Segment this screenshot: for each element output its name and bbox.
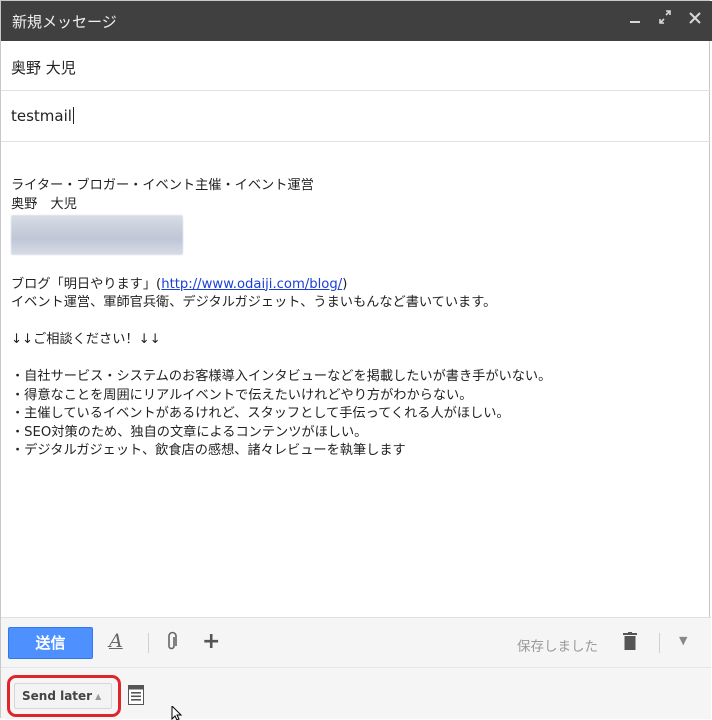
notes-icon[interactable] <box>128 685 144 705</box>
signature-line-role: ライター・ブロガー・イベント主催・イベント運営 <box>11 178 314 193</box>
toolbar-divider <box>148 633 149 653</box>
recipients-field[interactable]: 奥野 大児 <box>1 41 711 91</box>
compose-toolbar: 送信 A + 保存しました ▼ <box>1 617 711 667</box>
text-format-icon[interactable]: A <box>109 630 123 652</box>
blog-line: ブログ「明日やります」(http://www.odaiji.com/blog/) <box>11 276 348 292</box>
caret-up-icon: ▲ <box>95 692 102 701</box>
close-icon[interactable] <box>687 9 703 29</box>
description-line: イベント運営、軍師官兵衛、デジタルガジェット、うまいもんなど書いています。 <box>11 295 497 310</box>
saved-status: 保存しました <box>517 639 598 655</box>
consult-line: ↓↓ご相談ください！↓↓ <box>11 332 161 347</box>
text-caret <box>72 107 74 124</box>
bullet-item: ・自社サービス・システムのお客様導入インタビューなどを掲載したいが書き手がいない… <box>11 369 552 384</box>
bullet-item: ・デジタルガジェット、飲食店の感想、諸々レビューを執筆します <box>11 443 406 458</box>
chevron-down-icon[interactable]: ▼ <box>679 634 687 647</box>
compose-titlebar[interactable]: 新規メッセージ <box>1 1 712 41</box>
bullet-item: ・SEO対策のため、独自の文章によるコンテンツがほしい。 <box>11 424 368 440</box>
minimize-icon[interactable] <box>627 9 643 29</box>
expand-icon[interactable] <box>657 9 673 29</box>
plus-icon[interactable]: + <box>202 629 220 654</box>
compose-window: 新規メッセージ 奥野 大児 testmail ライター・ブロガー・イベント主催・… <box>0 0 712 719</box>
bullet-item: ・主催しているイベントがあるけれど、スタッフとして手伝ってくれる人がほしい。 <box>11 406 510 421</box>
message-body[interactable]: ライター・ブロガー・イベント主催・イベント運営 奥野 大児 ブログ「明日やります… <box>11 177 701 461</box>
toolbar-divider <box>659 633 660 653</box>
trash-icon[interactable] <box>623 632 637 651</box>
mouse-cursor-icon <box>171 706 183 720</box>
paperclip-icon[interactable] <box>167 631 179 656</box>
send-later-button[interactable]: Send later ▲ <box>14 683 112 709</box>
subject-value: testmail <box>11 107 74 125</box>
recipient-name: 奥野 大児 <box>11 59 76 77</box>
signature-line-name: 奥野 大児 <box>11 196 77 212</box>
blog-link[interactable]: http://www.odaiji.com/blog/ <box>161 277 342 292</box>
bullet-item: ・得意なことを周囲にリアルイベントで伝えたいけれどやり方がわからない。 <box>11 387 473 403</box>
subject-field[interactable]: testmail <box>1 91 711 142</box>
send-later-highlight: Send later ▲ <box>7 675 121 717</box>
blurred-contact-info <box>11 215 183 255</box>
window-controls <box>627 9 703 29</box>
bottom-bar: Send later ▲ <box>1 667 711 719</box>
compose-title: 新規メッセージ <box>12 13 117 31</box>
send-button[interactable]: 送信 <box>8 627 93 659</box>
